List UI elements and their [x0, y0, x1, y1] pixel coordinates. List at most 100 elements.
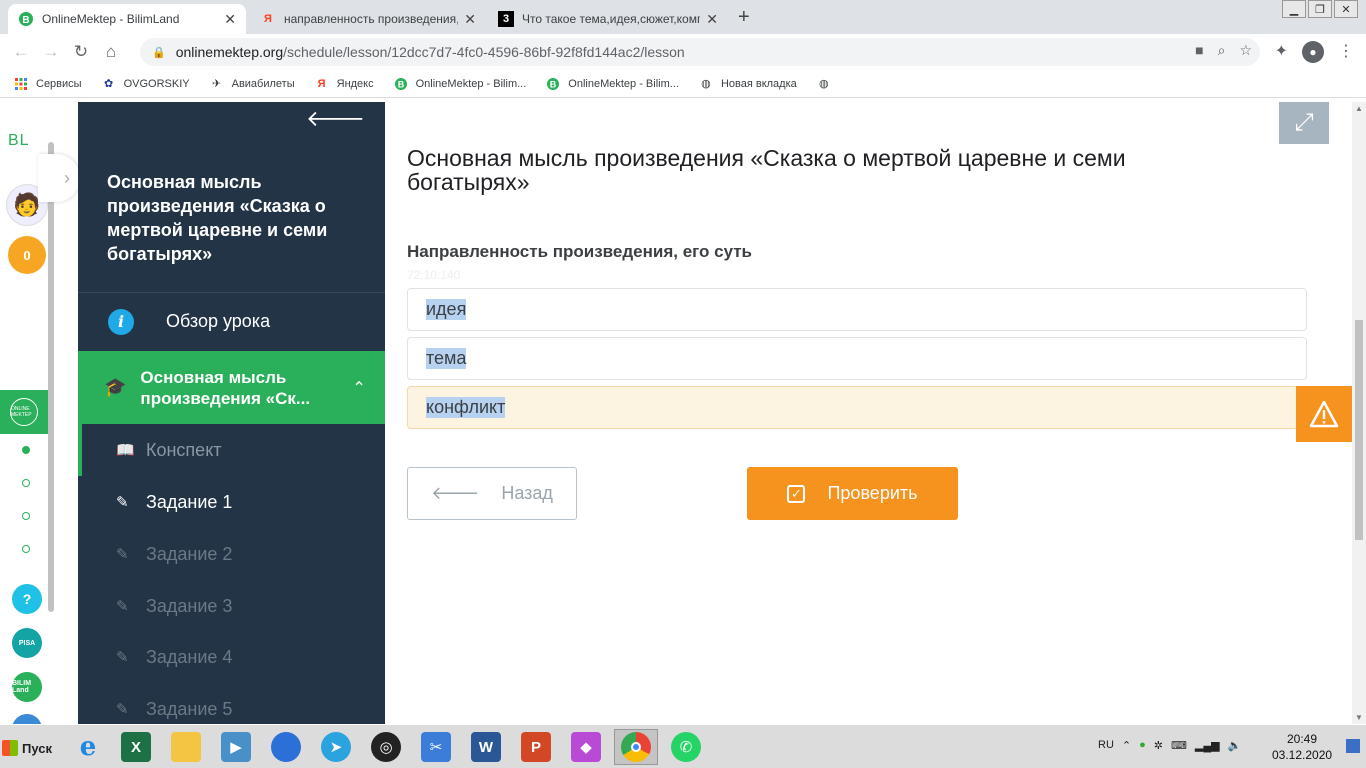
zoom-icon[interactable]: ⌕ [1218, 42, 1226, 59]
close-tab-icon[interactable]: ✕ [706, 11, 718, 28]
close-window-button[interactable]: ✕ [1334, 0, 1358, 18]
taskbar-app-2[interactable]: ◆ [564, 729, 608, 765]
edit-icon: ✎ [116, 701, 129, 718]
yandex-icon: Я [264, 13, 272, 25]
bookmark-star-icon[interactable]: ☆ [1239, 42, 1252, 59]
bookmark-ovgorskiy[interactable]: ✿ OVGORSKIY [102, 77, 190, 91]
taskbar-clock-app[interactable]: ◎ [364, 729, 408, 765]
reload-icon[interactable]: ↻ [66, 42, 96, 62]
expand-sidebar-button[interactable]: › [38, 154, 80, 202]
minimize-button[interactable]: ▁ [1282, 0, 1306, 18]
ie-icon: e [79, 732, 97, 762]
bilimland-logo[interactable]: BL [8, 132, 30, 150]
bookmark-onlinemektep-1[interactable]: B OnlineMektep - Bilim... [394, 77, 526, 91]
chevron-up-icon[interactable]: ⌃ [352, 378, 365, 398]
taskbar-snipping[interactable]: ✂ [414, 729, 458, 765]
nav-dot[interactable] [22, 512, 30, 520]
sidebar-item-task-5[interactable]: ✎ Задание 5 [78, 683, 385, 724]
edit-icon: ✎ [116, 546, 129, 563]
book-icon: 📖 [116, 442, 135, 459]
help-button[interactable]: ? [12, 584, 42, 614]
sidebar-item-task-4[interactable]: ✎ Задание 4 [78, 631, 385, 683]
close-tab-icon[interactable]: ✕ [224, 11, 236, 28]
tab-znanija[interactable]: 3 Что такое тема,идея,сюжет,компози ✕ [488, 4, 728, 34]
start-button[interactable]: Пуск [2, 733, 54, 763]
edit-icon: ✎ [116, 649, 129, 666]
close-tab-icon[interactable]: ✕ [464, 11, 476, 28]
folder-icon [171, 732, 201, 762]
disk-icon [271, 732, 301, 762]
sidebar-item-task-1[interactable]: ✎ Задание 1 [78, 476, 385, 528]
back-icon[interactable]: ← [6, 42, 36, 62]
lock-icon[interactable]: 🔒 [152, 46, 166, 59]
extensions-icon[interactable]: ✦ [1275, 41, 1288, 63]
camera-icon[interactable]: ■ [1195, 42, 1203, 59]
address-bar[interactable]: 🔒 onlinemektep.org/schedule/lesson/12dcc… [140, 38, 1260, 66]
taskbar-chrome[interactable] [614, 729, 658, 765]
bilimland-button[interactable]: BILIM Land [12, 672, 42, 702]
system-clock[interactable]: 20:49 03.12.2020 [1272, 731, 1332, 763]
bookmark-onlinemektep-2[interactable]: B OnlineMektep - Bilim... [546, 77, 679, 91]
scroll-down-icon[interactable]: ▼ [1355, 713, 1363, 722]
answer-option-idea[interactable]: идея [407, 288, 1307, 331]
scroll-up-icon[interactable]: ▲ [1355, 104, 1363, 113]
taskbar-explorer[interactable] [164, 729, 208, 765]
check-button[interactable]: ✓ Проверить [747, 467, 958, 520]
back-button[interactable]: 🡐 Назад [407, 467, 577, 520]
page-scrollbar[interactable]: ▲ ▼ [1352, 102, 1366, 724]
language-indicator[interactable]: RU [1098, 739, 1114, 752]
bilimland-icon: B [394, 77, 408, 91]
fullscreen-icon[interactable]: ⤢ [1279, 102, 1329, 144]
volume-icon[interactable]: 🔈 [1228, 739, 1242, 752]
bookmark-yandex[interactable]: Я Яндекс [315, 77, 374, 91]
warning-icon[interactable] [1296, 386, 1352, 442]
coins-badge[interactable]: 0 [8, 236, 46, 274]
arrow-left-icon[interactable]: 🡐 [306, 106, 365, 132]
menu-icon[interactable]: ⋮ [1338, 41, 1354, 63]
answer-option-tema[interactable]: тема [407, 337, 1307, 380]
nav-dot[interactable] [22, 446, 30, 454]
show-desktop-icon[interactable] [1346, 739, 1360, 753]
restore-button[interactable]: ❐ [1308, 0, 1332, 18]
answer-option-konflikt[interactable]: конфликт [407, 386, 1307, 429]
network-icon[interactable]: ▂▄▆ [1195, 739, 1220, 752]
nav-dot[interactable] [22, 479, 30, 487]
taskbar-powerpoint[interactable]: P [514, 729, 558, 765]
taskbar-word[interactable]: W [464, 729, 508, 765]
taskbar-ie[interactable]: e [66, 729, 110, 765]
sidebar-item-task-2[interactable]: ✎ Задание 2 [78, 528, 385, 580]
tab-onlinemektep[interactable]: B OnlineMektep - BilimLand ✕ [8, 4, 246, 34]
tray-icon[interactable]: ✲ [1154, 739, 1163, 752]
taskbar-media[interactable]: ▶ [214, 729, 258, 765]
profile-icon[interactable]: ● [1302, 41, 1324, 63]
taskbar-whatsapp[interactable]: ✆ [664, 729, 708, 765]
bookmark-services[interactable]: Сервисы [14, 77, 82, 91]
home-icon[interactable]: ⌂ [96, 42, 126, 62]
sidebar-item-konspekt[interactable]: 📖 Конспект [78, 424, 385, 476]
scrollbar-thumb[interactable] [1355, 320, 1363, 540]
bilimland-icon: B [546, 77, 560, 91]
new-tab-button[interactable]: + [738, 6, 750, 29]
taskbar-telegram[interactable]: ➤ [314, 729, 358, 765]
sidebar-item-current-section[interactable]: 🎓 Основная мысль произведения «Ск... ⌃ [78, 351, 385, 424]
pisa-button[interactable]: PISA [12, 628, 42, 658]
taskbar-excel[interactable]: X [114, 729, 158, 765]
sidebar-item-task-3[interactable]: ✎ Задание 3 [78, 580, 385, 632]
forward-icon[interactable]: → [36, 42, 66, 62]
tab-title: OnlineMektep - BilimLand [42, 12, 180, 26]
usb-icon[interactable]: ⌨ [1171, 739, 1187, 752]
taskbar-app[interactable] [264, 729, 308, 765]
sidebar-item-overview[interactable]: i Обзор урока [78, 292, 385, 350]
bookmark-extra[interactable]: ◍ [817, 77, 839, 91]
security-icon[interactable]: ● [1139, 739, 1146, 752]
toolbar-right: ✦ ● ⋮ [1275, 41, 1354, 63]
rail-scrollbar[interactable] [48, 142, 54, 612]
tab-title: Что такое тема,идея,сюжет,компози [522, 12, 701, 26]
bookmark-aviabilety[interactable]: ✈ Авиабилеты [210, 77, 295, 91]
nav-dot[interactable] [22, 545, 30, 553]
tab-yandex-search[interactable]: Я направленность произведения,и его с ✕ [250, 4, 486, 34]
rail-extra-button[interactable] [12, 714, 42, 724]
online-mektep-button[interactable]: ONLINE MEKTEP [0, 390, 48, 434]
bookmark-new-tab[interactable]: ◍ Новая вкладка [699, 77, 797, 91]
tray-expand-icon[interactable]: ⌃ [1122, 739, 1131, 752]
